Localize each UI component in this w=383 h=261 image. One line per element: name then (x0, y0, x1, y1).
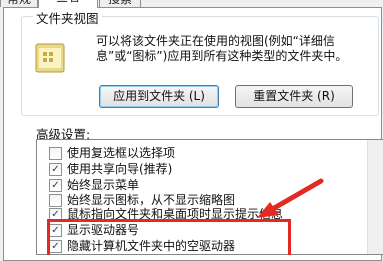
list-item-label: 使用共享向导(推荐) (67, 162, 173, 176)
tab-general[interactable]: 常规 (0, 0, 38, 7)
list-item-label: 始终显示图标，从不显示缩略图 (67, 193, 236, 207)
reset-folders-button[interactable]: 重置文件夹 (R) (235, 85, 353, 108)
pointer-arrow-icon (257, 178, 324, 218)
scrollbar[interactable] (367, 140, 383, 254)
tab-view[interactable]: 查看 (38, 0, 98, 8)
checkbox[interactable]: ✓ (49, 163, 62, 176)
apply-to-folders-button[interactable]: 应用到文件夹 (L) (99, 85, 219, 108)
list-item-label: 使用复选框以选择项 (67, 146, 176, 160)
checkbox[interactable] (49, 194, 62, 207)
tab-search[interactable]: 搜索 (99, 0, 141, 7)
checkbox[interactable] (49, 147, 62, 160)
highlight-box (47, 219, 291, 255)
folder-views-title: 文件夹视图 (33, 8, 102, 27)
folder-views-description: 可以将该文件夹正在使用的视图(例如“详细信息”或“图标”)应用到所有这种类型的文… (96, 34, 348, 63)
checkbox[interactable]: ✓ (49, 179, 62, 192)
list-item-label: 始终显示菜单 (67, 178, 140, 192)
folder-icon (35, 43, 65, 73)
